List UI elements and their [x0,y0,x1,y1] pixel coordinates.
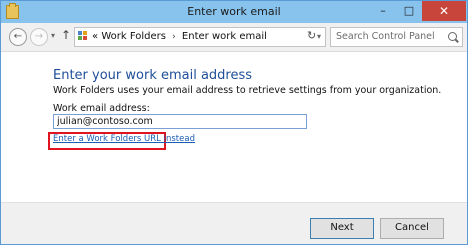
breadcrumb: « Work Folders › Enter work email [92,31,267,42]
recent-locations-icon[interactable]: ▾ [51,31,55,40]
button-bar: Next Cancel [1,202,467,244]
page-title: Enter your work email address [53,68,253,83]
maximize-button[interactable]: □ [396,1,422,21]
up-arrow-icon[interactable]: ↑ [61,28,71,42]
breadcrumb-separator-icon: › [172,32,176,42]
email-field[interactable] [53,114,307,129]
main-content: Enter your work email address Work Folde… [1,52,467,202]
title-bar[interactable]: Enter work email – □ ✕ [1,1,467,23]
description-text: Work Folders uses your email address to … [53,85,442,96]
breadcrumb-prefix: « [92,31,99,42]
email-field-label: Work email address: [53,103,150,114]
refresh-icon[interactable]: ↻ [307,29,316,42]
forward-button[interactable]: → [30,28,48,46]
minimize-button[interactable]: – [370,1,396,21]
control-panel-icon [78,31,88,42]
work-folders-url-link[interactable]: Enter a Work Folders URL instead [53,134,195,144]
navigation-bar: ← → ▾ ↑ « Work Folders › Enter work emai… [1,23,467,52]
next-button[interactable]: Next [310,218,374,239]
back-button[interactable]: ← [9,28,27,46]
breadcrumb-enter-work-email[interactable]: Enter work email [182,31,267,42]
chevron-down-icon[interactable]: ▾ [317,32,321,41]
dialog-window: Enter work email – □ ✕ ← → ▾ ↑ « Work Fo… [0,0,468,245]
search-box[interactable]: Search Control Panel [330,27,463,47]
search-icon[interactable] [448,32,457,41]
address-bar[interactable]: « Work Folders › Enter work email ▾ [74,27,326,47]
cancel-button[interactable]: Cancel [380,218,444,239]
breadcrumb-work-folders[interactable]: Work Folders [101,31,166,42]
close-button[interactable]: ✕ [422,1,466,21]
search-input[interactable]: Search Control Panel [336,31,435,42]
